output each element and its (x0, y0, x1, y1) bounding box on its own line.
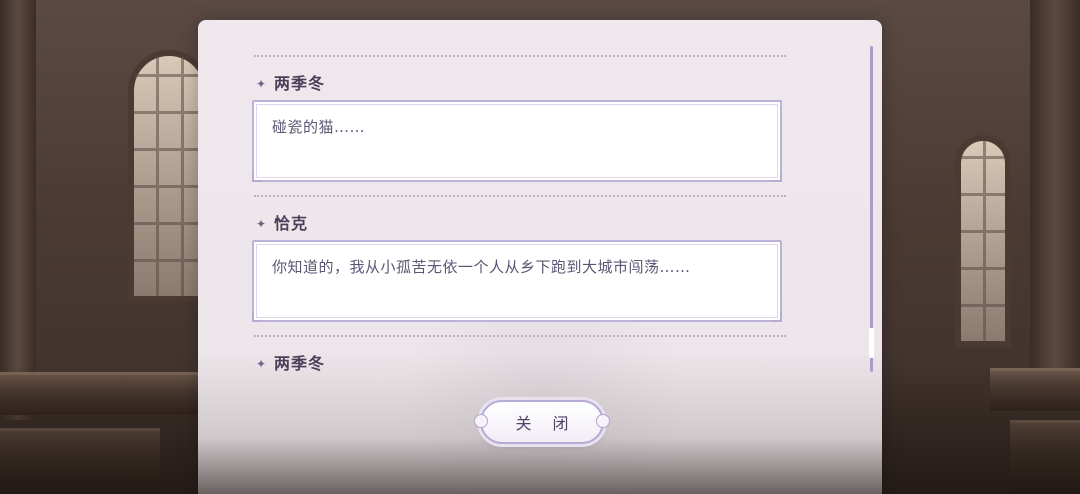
speaker-name: 恰克 (274, 214, 309, 233)
sparkle-star-icon: ✦ (256, 217, 267, 231)
divider (254, 195, 786, 197)
speaker-name: 两季冬 (274, 354, 326, 373)
close-button[interactable]: 关 闭 (474, 400, 610, 444)
scrollbar[interactable] (869, 46, 874, 372)
dialog-text: 碰瓷的猫…… (272, 118, 366, 136)
divider (254, 55, 786, 57)
dialog-history-panel: ✦ 两季冬 碰瓷的猫…… ✦ 恰克 你知道的，我从小孤苦无依一个人从乡下跑到大城… (198, 20, 882, 494)
speaker-name: 两季冬 (274, 74, 326, 93)
sparkle-star-icon: ✦ (256, 357, 267, 371)
close-button-label: 关 闭 (515, 414, 577, 433)
button-ornament (474, 414, 488, 428)
background-pillar (0, 0, 36, 420)
speaker-row: ✦ 两季冬 (256, 350, 325, 374)
speaker-row: ✦ 恰克 (256, 210, 308, 234)
dialog-bubble: 你知道的，我从小孤苦无依一个人从乡下跑到大城市闯荡…… (252, 240, 782, 322)
sparkle-star-icon: ✦ (256, 77, 267, 91)
background-window-right (955, 135, 1011, 347)
speaker-row: ✦ 两季冬 (256, 70, 325, 94)
scrollbar-thumb[interactable] (869, 328, 874, 358)
game-scene: ✦ 两季冬 碰瓷的猫…… ✦ 恰克 你知道的，我从小孤苦无依一个人从乡下跑到大城… (0, 0, 1080, 494)
dialog-bubble: 碰瓷的猫…… (252, 100, 782, 182)
button-ornament (596, 414, 610, 428)
background-pillar (1030, 0, 1080, 380)
dialog-text: 你知道的，我从小孤苦无依一个人从乡下跑到大城市闯荡…… (272, 258, 691, 276)
divider (254, 335, 786, 337)
